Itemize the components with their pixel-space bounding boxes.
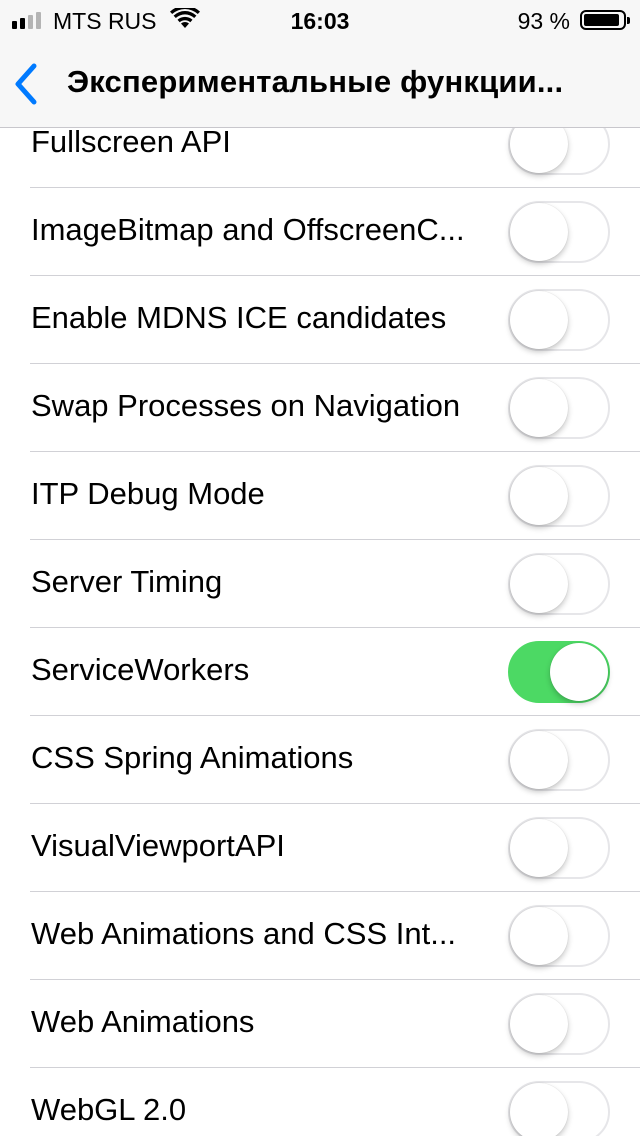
chevron-left-icon — [15, 63, 37, 105]
list-item: VisualViewportAPI — [0, 804, 640, 892]
screen: MTS RUS 16:03 93 % Экспериментальные фун… — [0, 0, 640, 1136]
toggle-switch[interactable] — [508, 128, 610, 175]
toggle-knob — [510, 995, 568, 1053]
list-item: Enable MDNS ICE candidates — [0, 276, 640, 364]
setting-label: Web Animations and CSS Int... — [31, 916, 457, 951]
list-item: Swap Processes on Navigation — [0, 364, 640, 452]
list-item: ServiceWorkers — [0, 628, 640, 716]
toggle-knob — [510, 128, 568, 173]
setting-label: WebGL 2.0 — [31, 1092, 187, 1127]
toggle-switch[interactable] — [508, 377, 610, 439]
setting-label: Swap Processes on Navigation — [31, 388, 461, 423]
setting-label: Web Animations — [31, 1004, 255, 1039]
setting-label: Enable MDNS ICE candidates — [31, 300, 447, 335]
toggle-switch[interactable] — [508, 817, 610, 879]
setting-label: VisualViewportAPI — [31, 828, 285, 863]
battery-cap — [627, 17, 630, 24]
toggle-knob — [550, 643, 608, 701]
list-item: WebGL 2.0 — [0, 1068, 640, 1136]
toggle-switch[interactable] — [508, 289, 610, 351]
setting-label: ImageBitmap and OffscreenC... — [31, 212, 465, 247]
toggle-switch[interactable] — [508, 641, 610, 703]
battery-icon — [580, 10, 630, 30]
setting-label: Server Timing — [31, 564, 223, 599]
toggle-knob — [510, 467, 568, 525]
battery-fill — [584, 14, 620, 26]
toggle-knob — [510, 379, 568, 437]
list-item: Web Animations and CSS Int... — [0, 892, 640, 980]
battery-percent: 93 % — [517, 8, 570, 34]
list-item: ITP Debug Mode — [0, 452, 640, 540]
toggle-knob — [510, 555, 568, 613]
setting-label: CSS Spring Animations — [31, 740, 354, 775]
setting-label: ITP Debug Mode — [31, 476, 265, 511]
toggle-knob — [510, 907, 568, 965]
toggle-knob — [510, 731, 568, 789]
toggle-switch[interactable] — [508, 729, 610, 791]
settings-list: Fullscreen API ImageBitmap and OffscreenC… — [0, 128, 640, 1136]
toggle-knob — [510, 1083, 568, 1136]
toggle-switch[interactable] — [508, 1081, 610, 1136]
toggle-switch[interactable] — [508, 465, 610, 527]
list-item: Web Animations — [0, 980, 640, 1068]
setting-label: ServiceWorkers — [31, 652, 250, 687]
list-item: Server Timing — [0, 540, 640, 628]
list-item: Fullscreen API — [0, 128, 640, 188]
back-button[interactable] — [10, 60, 54, 108]
toggle-switch[interactable] — [508, 201, 610, 263]
navigation-bar: Экспериментальные функции... — [0, 40, 640, 128]
page-title: Экспериментальные функции... — [67, 64, 564, 99]
toggle-switch[interactable] — [508, 993, 610, 1055]
toggle-knob — [510, 291, 568, 349]
list-item: ImageBitmap and OffscreenC... — [0, 188, 640, 276]
setting-label: Fullscreen API — [31, 128, 231, 159]
settings-list-content: Fullscreen API ImageBitmap and OffscreenC… — [0, 128, 640, 1136]
toggle-knob — [510, 819, 568, 877]
toggle-switch[interactable] — [508, 905, 610, 967]
toggle-knob — [510, 203, 568, 261]
status-bar: MTS RUS 16:03 93 % — [0, 0, 640, 40]
toggle-switch[interactable] — [508, 553, 610, 615]
list-item: CSS Spring Animations — [0, 716, 640, 804]
